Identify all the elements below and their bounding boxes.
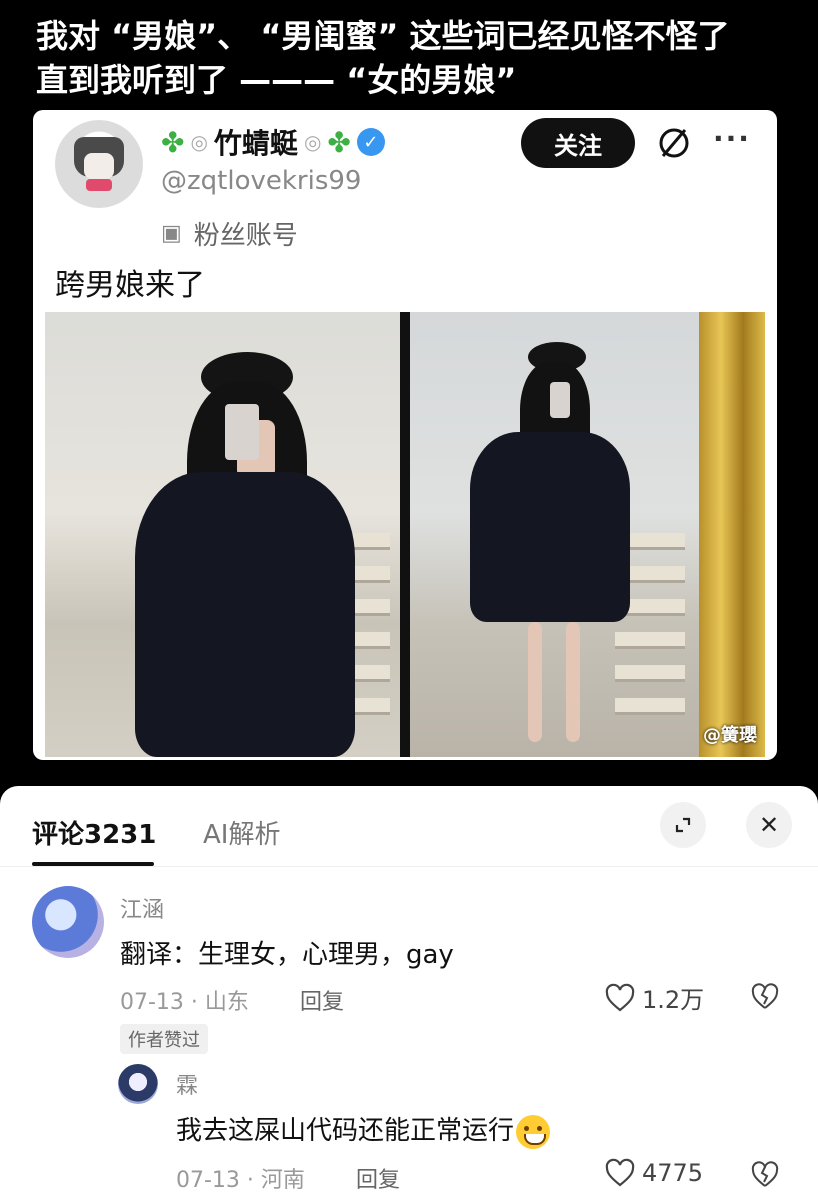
comments-sheet: 评论3231 AI解析 ✕ 江涵 翻译：生理女，心理男，gay 07-13 · …	[0, 786, 818, 1200]
tab-ai-analysis[interactable]: AI解析	[203, 814, 280, 851]
author-name-row[interactable]: ✤ ◎ 竹蜻蜓 ◎ ✤ ✓	[161, 122, 385, 162]
author-liked-badge: 作者赞过	[120, 1024, 208, 1054]
clover-icon: ✤	[327, 125, 351, 159]
author-avatar[interactable]	[55, 120, 143, 208]
more-options-icon[interactable]: ···	[713, 122, 751, 155]
tab-comments[interactable]: 评论3231	[32, 814, 156, 851]
fan-account-label: ▣ 粉丝账号	[161, 215, 298, 252]
commenter-name[interactable]: 霖	[176, 1068, 198, 1100]
comment-date-location: 07-13 · 河南	[176, 1168, 305, 1193]
reply-button[interactable]: 回复	[356, 1162, 400, 1194]
like-button[interactable]: 4775	[604, 1158, 703, 1188]
post-text: 跨男娘来了	[55, 268, 205, 303]
person-figure	[125, 342, 355, 757]
x-logo-icon[interactable]	[655, 124, 693, 162]
embedded-post-card: ✤ ◎ 竹蜻蜓 ◎ ✤ ✓ @zqtlovekris99 ▣ 粉丝账号 关注 ·…	[33, 110, 777, 760]
comment-text: 翻译：生理女，心理男，gay	[120, 940, 454, 970]
comment-date-location: 07-13 · 山东	[120, 990, 249, 1015]
clover-icon: ✤	[161, 125, 185, 159]
broken-heart-icon[interactable]	[750, 982, 780, 1012]
commenter-avatar[interactable]	[32, 886, 104, 958]
comment-text-body: 我去这屎山代码还能正常运行	[176, 1116, 515, 1146]
fan-account-text: 粉丝账号	[193, 221, 298, 251]
broken-heart-icon[interactable]	[750, 1160, 780, 1190]
grinning-emoji-icon	[516, 1114, 551, 1149]
author-handle: @zqtlovekris99	[161, 166, 362, 196]
photo-right[interactable]: @簧瓔	[410, 312, 765, 757]
commenter-name[interactable]: 江涵	[120, 892, 164, 924]
caption-line-1: 我对 “男娘”、 “男闺蜜” 这些词已经见怪不怪了	[36, 17, 730, 55]
expand-button[interactable]	[660, 802, 706, 848]
person-figure	[450, 342, 630, 757]
heart-icon	[605, 1158, 635, 1187]
gold-pillar-decoration	[699, 312, 765, 757]
caption-line-2: 直到我听到了 ——— “女的男娘”	[36, 61, 517, 99]
like-button[interactable]: 1.2万	[604, 980, 704, 1015]
watermark: @簧瓔	[703, 725, 757, 746]
like-count: 4775	[642, 1159, 704, 1187]
mask-icon: ▣	[161, 221, 182, 246]
commenter-avatar[interactable]	[118, 1064, 158, 1104]
author-username: 竹蜻蜓	[213, 127, 298, 160]
swirl-icon: ◎	[190, 130, 208, 154]
expand-icon	[675, 817, 691, 833]
divider	[0, 866, 818, 867]
comment-text: 我去这屎山代码还能正常运行	[176, 1110, 551, 1149]
post-caption: 我对 “男娘”、 “男闺蜜” 这些词已经见怪不怪了 直到我听到了 ——— “女的…	[36, 14, 796, 102]
photo-left[interactable]	[45, 312, 400, 757]
reply-button[interactable]: 回复	[300, 984, 344, 1016]
verified-badge-icon: ✓	[356, 128, 385, 156]
follow-button[interactable]: 关注	[521, 118, 635, 168]
close-button[interactable]: ✕	[746, 802, 792, 848]
heart-icon	[605, 983, 635, 1011]
like-count: 1.2万	[642, 986, 705, 1014]
post-photos[interactable]: @簧瓔	[45, 312, 765, 757]
swirl-icon: ◎	[303, 130, 322, 154]
